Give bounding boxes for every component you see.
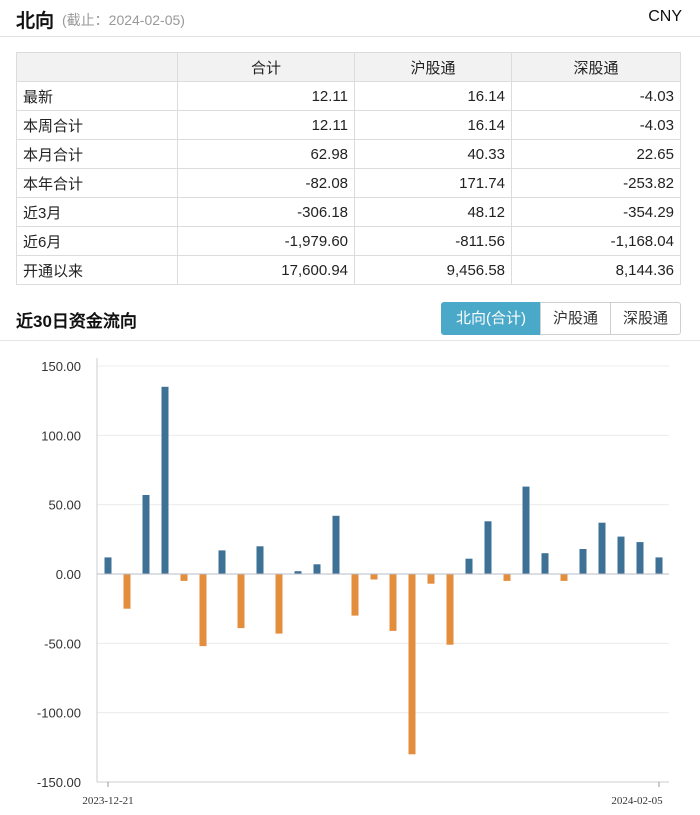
total-cell: -306.18 bbox=[176, 197, 356, 227]
y-tick-label: -50.00 bbox=[44, 636, 81, 651]
header-bar: 北向 (截止：2024-02-05) CNY bbox=[0, 0, 700, 36]
bar bbox=[598, 522, 606, 574]
column-header-shenzhen: 深股通 bbox=[511, 52, 681, 82]
bar bbox=[389, 574, 397, 631]
bar bbox=[180, 574, 188, 581]
shenzhen-cell: -4.03 bbox=[511, 81, 681, 111]
column-header-blank bbox=[16, 52, 178, 82]
table-row: 本周合计 12.11 16.14 -4.03 bbox=[16, 110, 681, 140]
bar bbox=[199, 574, 207, 647]
y-tick-label: 150.00 bbox=[41, 359, 81, 374]
bars bbox=[104, 386, 663, 755]
flow-tab-group: 北向(合计) 沪股通 深股通 bbox=[441, 302, 681, 335]
bar bbox=[237, 574, 245, 629]
column-header-total: 合计 bbox=[176, 52, 356, 82]
bar bbox=[465, 558, 473, 574]
shanghai-cell: -811.56 bbox=[354, 226, 512, 256]
bar bbox=[617, 536, 625, 574]
bar bbox=[161, 386, 169, 574]
currency-label: CNY bbox=[648, 8, 682, 25]
bar bbox=[655, 557, 663, 574]
total-cell: 62.98 bbox=[176, 139, 356, 169]
x-end-label: 2024-02-05 bbox=[611, 795, 663, 807]
total-cell: 17,600.94 bbox=[176, 255, 356, 285]
summary-header-row: 合计 沪股通 深股通 bbox=[16, 52, 681, 82]
bar bbox=[313, 564, 321, 574]
bar bbox=[370, 574, 378, 580]
bar bbox=[104, 557, 112, 574]
row-label: 本年合计 bbox=[16, 168, 178, 198]
shenzhen-cell: -4.03 bbox=[511, 110, 681, 140]
chart-area: 150.00 100.00 50.00 0.00 -50.00 -100.00 -150.0… bbox=[0, 340, 700, 815]
bar bbox=[427, 574, 435, 584]
bar bbox=[503, 574, 511, 581]
as-of-date: (截止：2024-02-05) bbox=[62, 12, 185, 28]
table-row: 近3月 -306.18 48.12 -354.29 bbox=[16, 197, 681, 227]
bar bbox=[636, 542, 644, 574]
shenzhen-cell: -1,168.04 bbox=[511, 226, 681, 256]
bar bbox=[541, 553, 549, 574]
bar bbox=[446, 574, 454, 645]
total-cell: 12.11 bbox=[176, 81, 356, 111]
y-tick-label: 100.00 bbox=[41, 428, 81, 443]
row-label: 近6月 bbox=[16, 226, 178, 256]
bar bbox=[218, 550, 226, 574]
page-title: 北向 bbox=[16, 11, 55, 32]
total-cell: -1,979.60 bbox=[176, 226, 356, 256]
flow-bar-chart: 150.00 100.00 50.00 0.00 -50.00 -100.00 -150.0… bbox=[37, 358, 669, 807]
table-row: 本月合计 62.98 40.33 22.65 bbox=[16, 139, 681, 169]
shenzhen-cell: 22.65 bbox=[511, 139, 681, 169]
column-header-shanghai: 沪股通 bbox=[354, 52, 512, 82]
shanghai-cell: 48.12 bbox=[354, 197, 512, 227]
bar bbox=[522, 486, 530, 574]
shenzhen-cell: 8,144.36 bbox=[511, 255, 681, 285]
bar bbox=[256, 546, 264, 574]
bar bbox=[484, 521, 492, 574]
row-label: 最新 bbox=[16, 81, 178, 111]
total-cell: -82.08 bbox=[176, 168, 356, 198]
row-label: 本周合计 bbox=[16, 110, 178, 140]
table-row: 最新 12.11 16.14 -4.03 bbox=[16, 81, 681, 111]
shanghai-cell: 9,456.58 bbox=[354, 255, 512, 285]
tab-shanghai-connect[interactable]: 沪股通 bbox=[540, 302, 611, 335]
shanghai-cell: 40.33 bbox=[354, 139, 512, 169]
bar bbox=[579, 549, 587, 574]
bar bbox=[351, 574, 359, 616]
flow-section-title: 近30日资金流向 bbox=[16, 312, 137, 331]
bar bbox=[142, 495, 150, 574]
summary-table: 合计 沪股通 深股通 最新 12.11 16.14 -4.03 本周合计 12.… bbox=[16, 52, 681, 285]
tab-shenzhen-connect[interactable]: 深股通 bbox=[610, 302, 681, 335]
bar bbox=[560, 574, 568, 581]
shanghai-cell: 16.14 bbox=[354, 81, 512, 111]
tab-northbound-total[interactable]: 北向(合计) bbox=[441, 302, 541, 335]
x-start-label: 2023-12-21 bbox=[82, 795, 133, 807]
shanghai-cell: 16.14 bbox=[354, 110, 512, 140]
y-tick-label: -150.00 bbox=[37, 775, 81, 790]
y-tick-label: 50.00 bbox=[48, 498, 81, 513]
bar bbox=[275, 574, 283, 634]
total-cell: 12.11 bbox=[176, 110, 356, 140]
shanghai-cell: 171.74 bbox=[354, 168, 512, 198]
table-row: 本年合计 -82.08 171.74 -253.82 bbox=[16, 168, 681, 198]
table-row: 近6月 -1,979.60 -811.56 -1,168.04 bbox=[16, 226, 681, 256]
row-label: 近3月 bbox=[16, 197, 178, 227]
y-tick-label: -100.00 bbox=[37, 706, 81, 721]
row-label: 开通以来 bbox=[16, 255, 178, 285]
shenzhen-cell: -253.82 bbox=[511, 168, 681, 198]
table-row: 开通以来 17,600.94 9,456.58 8,144.36 bbox=[16, 255, 681, 285]
bar bbox=[123, 574, 131, 609]
bar bbox=[332, 515, 340, 574]
shenzhen-cell: -354.29 bbox=[511, 197, 681, 227]
y-tick-label: 0.00 bbox=[56, 567, 81, 582]
row-label: 本月合计 bbox=[16, 139, 178, 169]
bar bbox=[408, 574, 416, 755]
header-divider bbox=[0, 36, 700, 37]
